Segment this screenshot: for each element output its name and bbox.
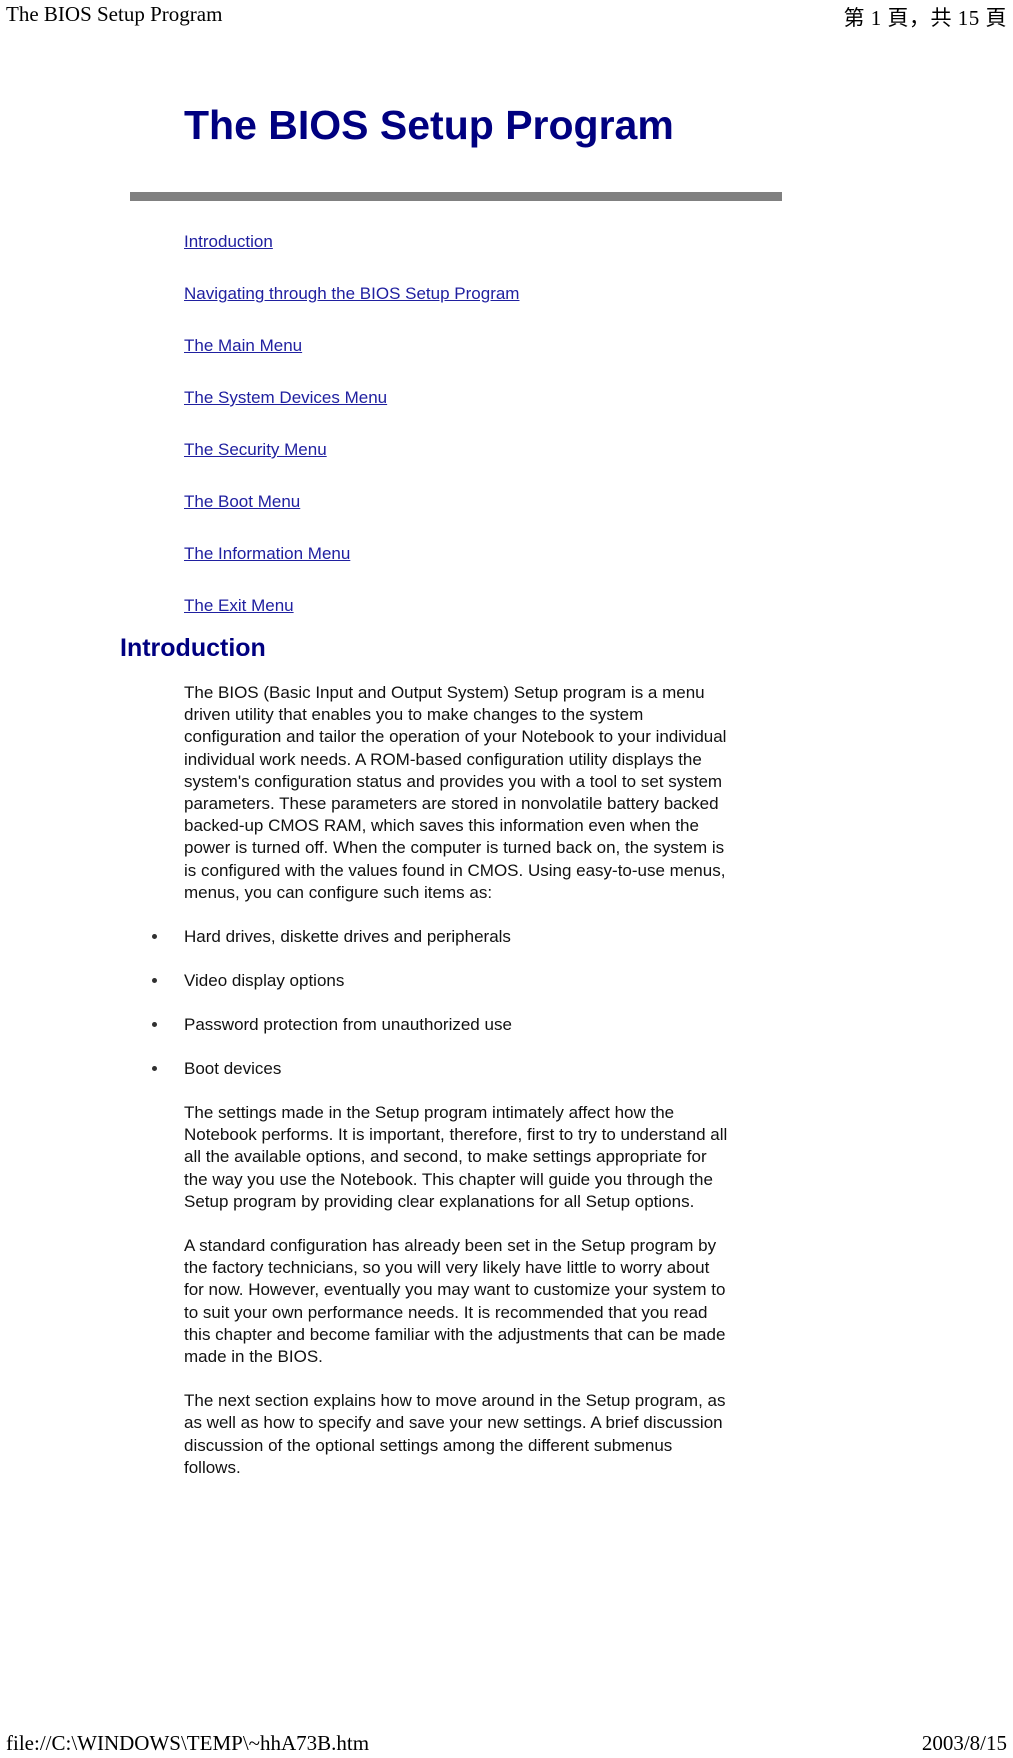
toc-link-introduction[interactable]: Introduction (184, 232, 273, 251)
section-heading-introduction: Introduction (120, 634, 266, 662)
list-item-label: Video display options (184, 971, 345, 991)
list-item-label: Hard drives, diskette drives and periphe… (184, 927, 511, 947)
toc-link-security-menu[interactable]: The Security Menu (184, 440, 327, 459)
print-footer-file-path: file://C:\WINDOWS\TEMP\~hhA73B.htm (6, 1731, 370, 1755)
list-item: Video display options (152, 970, 804, 992)
print-header: The BIOS Setup Program 第 1 頁，共 15 頁 (0, 0, 1013, 34)
horizontal-rule-divider (130, 192, 782, 201)
bullet-dot-icon (152, 934, 157, 940)
table-of-contents: Introduction Navigating through the BIOS… (184, 232, 904, 648)
list-item: Boot devices (152, 1058, 804, 1080)
list-item-label: Password protection from unauthorized us… (184, 1015, 512, 1035)
list-item-label: Boot devices (184, 1059, 282, 1079)
intro-paragraph-2: The settings made in the Setup program i… (184, 1103, 728, 1211)
bullet-dot-icon (152, 1022, 157, 1028)
list-item: Hard drives, diskette drives and periphe… (152, 926, 804, 948)
toc-link-exit-menu[interactable]: The Exit Menu (184, 596, 294, 615)
print-header-title: The BIOS Setup Program (6, 2, 223, 26)
configurable-items-list: Hard drives, diskette drives and periphe… (152, 926, 804, 1080)
toc-link-boot-menu[interactable]: The Boot Menu (184, 492, 300, 511)
page-title: The BIOS Setup Program (184, 102, 674, 148)
toc-link-main-menu[interactable]: The Main Menu (184, 336, 302, 355)
section-content-introduction: The BIOS (Basic Input and Output System)… (152, 682, 804, 1501)
list-item: Password protection from unauthorized us… (152, 1014, 804, 1036)
bullet-dot-icon (152, 978, 157, 984)
intro-paragraph-1: The BIOS (Basic Input and Output System)… (184, 683, 727, 902)
print-footer-date: 2003/8/15 (921, 1731, 1007, 1755)
toc-link-navigating[interactable]: Navigating through the BIOS Setup Progra… (184, 284, 519, 303)
intro-paragraph-4: The next section explains how to move ar… (184, 1391, 726, 1477)
intro-paragraph-3: A standard configuration has already bee… (184, 1236, 726, 1367)
print-header-page-number: 第 1 頁，共 15 頁 (843, 6, 1007, 30)
print-footer: file://C:\WINDOWS\TEMP\~hhA73B.htm 2003/… (0, 1724, 1013, 1758)
toc-link-system-devices-menu[interactable]: The System Devices Menu (184, 388, 387, 407)
toc-link-information-menu[interactable]: The Information Menu (184, 544, 350, 563)
bullet-dot-icon (152, 1066, 157, 1072)
